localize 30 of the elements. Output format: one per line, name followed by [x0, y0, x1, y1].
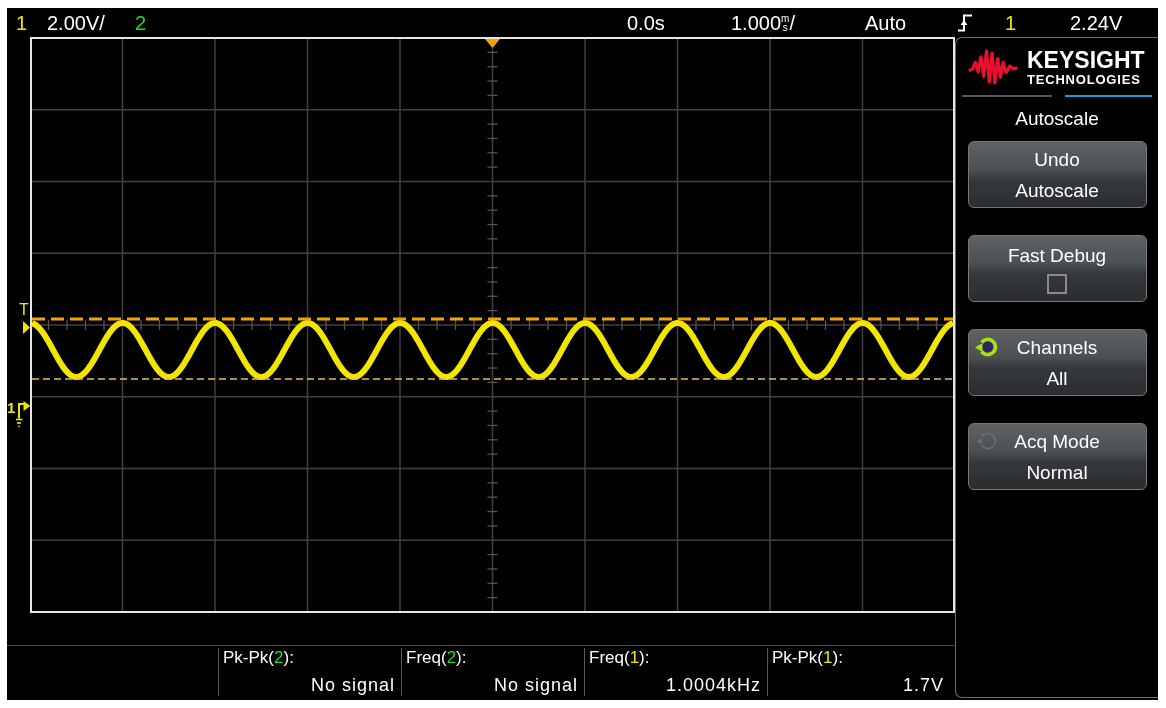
trigger-source: 1 [1005, 11, 1017, 34]
brand-subtitle: TECHNOLOGIES [1027, 72, 1141, 86]
measurement-value: No signal [493, 674, 578, 696]
trigger-mode: Auto [865, 11, 907, 34]
toggle-softkey[interactable]: Fast Debug [967, 235, 1147, 302]
trigger-position-icon [485, 39, 500, 48]
measurement-label: Freq(2): [406, 648, 467, 668]
trigger-arrow-icon [23, 321, 30, 334]
channel-number: 2 [135, 11, 147, 34]
checkbox[interactable] [1047, 273, 1067, 294]
measurement-value: 1.7V [902, 674, 944, 696]
brand-name: KEYSIGHT [1027, 48, 1145, 71]
undo-autoscale-button[interactable]: Undo Autoscale [967, 141, 1147, 208]
trigger-level-label: T [19, 302, 29, 318]
vertical-scale: 2.00V/ [47, 11, 105, 34]
measurement-value: 1.0004kHz [665, 674, 761, 696]
select-softkey[interactable]: Channels All [967, 329, 1147, 396]
ground-level-label: 1 [7, 400, 16, 415]
measurement-value: No signal [310, 674, 395, 696]
channel-number: 1 [16, 11, 28, 34]
menu-title: Autoscale [1015, 107, 1099, 131]
wave-logo-icon [967, 48, 1019, 86]
rising-edge-icon [958, 13, 972, 32]
trigger-voltage: 2.24V [1070, 11, 1123, 34]
measurement-label: Pk-Pk(2): [223, 648, 294, 668]
time-position: 0.0s [627, 11, 665, 34]
ground-marker-icon [15, 401, 30, 428]
measurement-label: Freq(1): [589, 648, 650, 668]
measurement-label: Pk-Pk(1): [772, 648, 843, 668]
select-softkey[interactable]: Acq Mode Normal [967, 423, 1147, 490]
